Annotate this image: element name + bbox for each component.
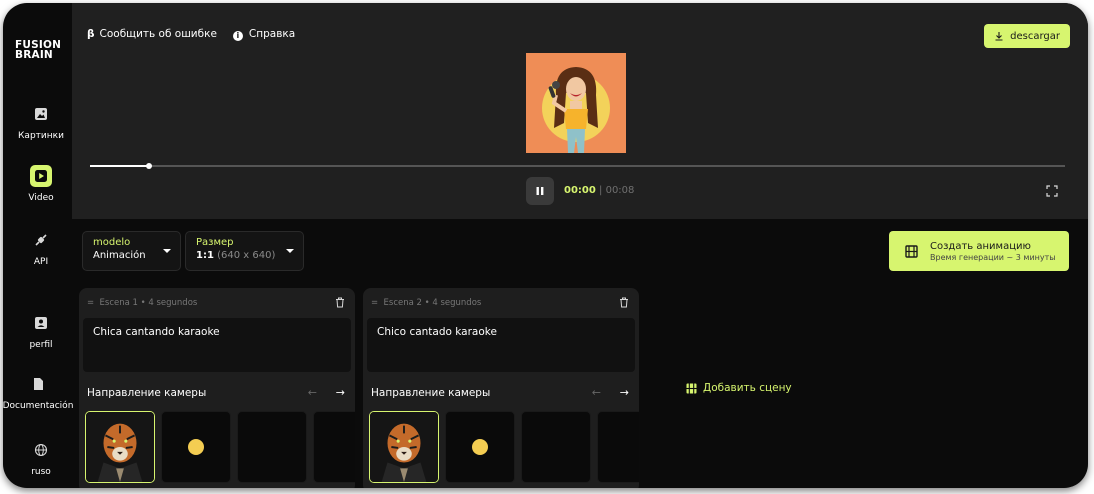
moon-full-icon bbox=[188, 439, 204, 455]
sidebar-item-pictures[interactable]: Картинки bbox=[3, 103, 79, 141]
scene-card: = Escena 2 • 4 segundos Chico cantado ka… bbox=[363, 288, 639, 488]
sidebar-item-video[interactable]: Video bbox=[3, 165, 79, 203]
document-icon bbox=[27, 373, 49, 395]
arrow-right-icon[interactable]: → bbox=[620, 386, 629, 399]
tiger-thumbnail bbox=[370, 412, 438, 482]
size-select[interactable]: Размер 1:1 (640 x 640) bbox=[185, 231, 304, 271]
sidebar-item-label: perfil bbox=[29, 340, 53, 350]
beta-icon: β bbox=[87, 28, 95, 41]
moon-crescent-icon bbox=[320, 440, 327, 454]
header-links: β Сообщить об ошибке i Справка bbox=[87, 28, 295, 41]
arrow-left-icon[interactable]: ← bbox=[308, 386, 317, 399]
model-select-label: modelo bbox=[93, 237, 131, 248]
tiger-thumbnail bbox=[86, 412, 154, 482]
logo[interactable]: FUSION BRAIN bbox=[15, 40, 61, 61]
chevron-down-icon bbox=[163, 249, 171, 253]
size-select-value: 1:1 (640 x 640) bbox=[196, 250, 276, 261]
add-scene-button[interactable]: Добавить сцену bbox=[686, 382, 792, 394]
play-icon bbox=[30, 165, 52, 187]
sidebar-item-api[interactable]: API bbox=[3, 229, 79, 267]
camera-option-pan-right[interactable] bbox=[521, 411, 591, 483]
model-select-value: Animación bbox=[93, 250, 146, 261]
sidebar-item-label: Video bbox=[28, 193, 54, 203]
pause-icon bbox=[536, 187, 544, 195]
sidebar-item-language[interactable]: ruso bbox=[3, 439, 79, 477]
arrow-left-icon[interactable]: ← bbox=[592, 386, 601, 399]
moon-full-icon bbox=[472, 439, 488, 455]
scene-prompt-input[interactable]: Chico cantado karaoke bbox=[367, 318, 635, 372]
trash-icon[interactable] bbox=[335, 297, 345, 308]
arrow-right-icon[interactable]: → bbox=[336, 386, 345, 399]
scene-card: = Escena 1 • 4 segundos Chica cantando k… bbox=[79, 288, 355, 488]
total-time: 00:08 bbox=[605, 185, 635, 196]
progress-fill bbox=[90, 165, 149, 167]
moon-crescent-icon bbox=[604, 440, 611, 454]
drag-handle-icon[interactable]: = bbox=[371, 298, 378, 308]
size-select-label: Размер bbox=[196, 237, 234, 248]
profile-icon bbox=[30, 312, 52, 334]
sidebar-item-label: ruso bbox=[31, 467, 51, 477]
camera-direction-label: Направление камеры bbox=[371, 387, 491, 399]
progress-handle[interactable] bbox=[145, 163, 152, 169]
sidebar-item-label: Documentación bbox=[3, 401, 74, 411]
fullscreen-icon[interactable] bbox=[1046, 185, 1058, 197]
plug-icon bbox=[30, 229, 52, 251]
image-icon bbox=[30, 103, 52, 125]
scene-prompt-input[interactable]: Chica cantando karaoke bbox=[83, 318, 351, 372]
camera-option-pan-left[interactable] bbox=[313, 411, 355, 483]
sidebar: FUSION BRAIN Картинки Video API perfil D… bbox=[3, 3, 73, 488]
film-icon bbox=[686, 383, 697, 393]
create-animation-button[interactable]: Создать анимацию Время генерации ~ 3 мин… bbox=[889, 231, 1069, 271]
scene-header[interactable]: = Escena 1 • 4 segundos bbox=[87, 298, 197, 308]
sidebar-item-label: API bbox=[33, 257, 49, 267]
report-bug-link[interactable]: β Сообщить об ошибке bbox=[87, 28, 217, 40]
scene-header[interactable]: = Escena 2 • 4 segundos bbox=[371, 298, 481, 308]
download-button[interactable]: descargar bbox=[984, 24, 1070, 48]
progress-track[interactable] bbox=[90, 163, 1065, 169]
time-separator: | bbox=[595, 185, 606, 196]
camera-option-static[interactable] bbox=[445, 411, 515, 483]
info-icon: i bbox=[232, 30, 243, 41]
moon-crescent-icon bbox=[554, 440, 561, 454]
help-link[interactable]: i Справка bbox=[232, 28, 295, 41]
camera-options bbox=[369, 411, 639, 483]
current-time: 00:00 bbox=[564, 185, 596, 196]
video-player: βСообщить об ошибке iСправка descargar bbox=[72, 3, 1088, 219]
app-window: FUSION BRAIN Картинки Video API perfil D… bbox=[3, 3, 1088, 488]
camera-option-tiger[interactable] bbox=[369, 411, 439, 483]
pause-button[interactable] bbox=[526, 177, 554, 205]
drag-handle-icon[interactable]: = bbox=[87, 298, 94, 308]
camera-options bbox=[85, 411, 355, 483]
camera-option-pan-right[interactable] bbox=[237, 411, 307, 483]
camera-option-pan-left[interactable] bbox=[597, 411, 639, 483]
sidebar-item-profile[interactable]: perfil bbox=[3, 312, 79, 350]
download-icon bbox=[995, 32, 1003, 41]
camera-option-tiger[interactable] bbox=[85, 411, 155, 483]
globe-icon bbox=[30, 439, 52, 461]
create-animation-subtitle: Время генерации ~ 3 минуты bbox=[930, 252, 1056, 262]
moon-crescent-icon bbox=[270, 440, 277, 454]
create-animation-title: Создать анимацию bbox=[930, 240, 1031, 252]
time-display: 00:00 | 00:08 bbox=[564, 185, 634, 196]
trash-icon[interactable] bbox=[619, 297, 629, 308]
model-select[interactable]: modelo Animación bbox=[82, 231, 181, 271]
chevron-down-icon bbox=[286, 249, 294, 253]
camera-direction-label: Направление камеры bbox=[87, 387, 207, 399]
film-icon bbox=[905, 244, 918, 258]
sidebar-item-docs[interactable]: Documentación bbox=[3, 373, 76, 411]
camera-option-static[interactable] bbox=[161, 411, 231, 483]
video-preview bbox=[526, 53, 626, 153]
sidebar-item-label: Картинки bbox=[18, 131, 64, 141]
